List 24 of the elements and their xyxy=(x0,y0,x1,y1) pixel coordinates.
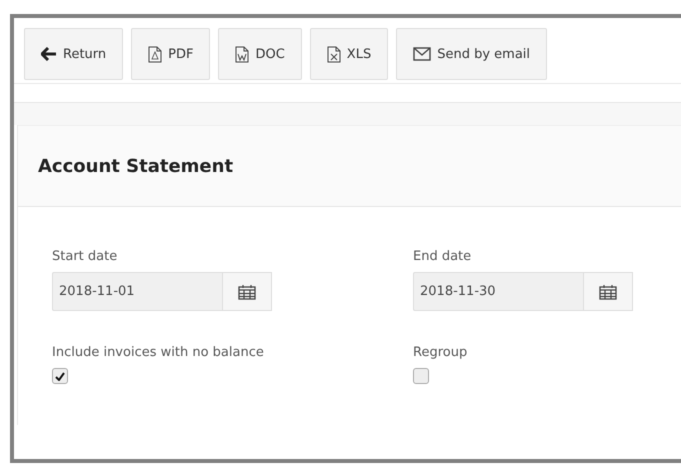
calendar-button[interactable] xyxy=(222,272,272,311)
checkmark-icon xyxy=(55,372,65,380)
calendar-icon xyxy=(599,284,617,300)
envelope-icon xyxy=(413,47,432,61)
calendar-icon xyxy=(238,284,256,300)
excel-file-icon xyxy=(326,46,341,62)
export-button[interactable]: PDF xyxy=(131,28,210,80)
field-label: End date xyxy=(413,249,472,264)
checkbox[interactable] xyxy=(52,368,68,384)
checkbox-label: Include invoices with no balance xyxy=(52,345,265,360)
email-button[interactable]: Send by email xyxy=(396,28,548,80)
date-field[interactable]: 2018-11-30 xyxy=(413,272,583,311)
arrow-left-icon xyxy=(41,47,57,61)
panel-title: Account Statement xyxy=(38,156,234,176)
date-field[interactable]: 2018-11-01 xyxy=(52,272,222,311)
field-label: Start date xyxy=(52,249,118,264)
checkbox[interactable] xyxy=(413,368,429,384)
word-file-icon xyxy=(235,46,250,62)
return-button[interactable]: Return xyxy=(24,28,124,80)
pdf-file-icon xyxy=(148,46,162,62)
export-button[interactable]: XLS xyxy=(310,28,388,80)
checkbox-label: Regroup xyxy=(413,345,468,360)
export-button[interactable]: DOC xyxy=(218,28,302,80)
calendar-button[interactable] xyxy=(583,272,633,311)
